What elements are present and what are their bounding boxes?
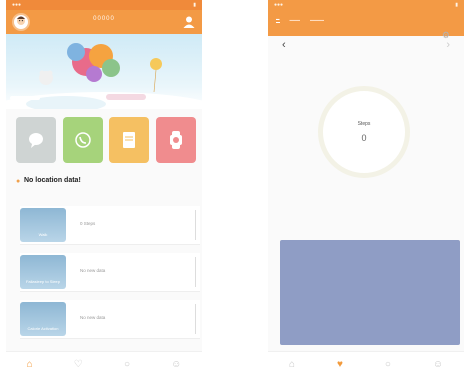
chevron-left-icon[interactable]: ‹ (282, 39, 286, 51)
nav-health[interactable]: ♥ (337, 359, 343, 370)
person-icon: ☺ (171, 358, 182, 370)
notes-button[interactable] (109, 117, 150, 163)
bottom-nav: ⌂ ♥ ○ ☺ (268, 351, 464, 376)
note-icon (123, 132, 136, 148)
heart-icon: ♥ (336, 358, 343, 370)
date-selector: ‹ › (268, 36, 464, 58)
watch-button[interactable] (155, 117, 196, 163)
calorie-thumbnail: Calorie Activation (20, 302, 66, 336)
home-banner (6, 34, 202, 109)
phone-icon (74, 132, 91, 148)
location-panel[interactable]: ● No location data! (16, 175, 196, 199)
divider (195, 257, 196, 287)
steps-ring: Steps 0 (318, 86, 410, 178)
balloon-illustration (6, 43, 202, 109)
steps-label: Steps (357, 121, 371, 127)
call-button[interactable] (62, 117, 103, 163)
calorie-card[interactable]: Calorie Activation No new data (20, 300, 200, 339)
location-pin-icon: ● (16, 178, 21, 185)
calorie-value: No new data (80, 315, 106, 320)
status-bar: ●●● ▮ (274, 2, 458, 8)
walk-card[interactable]: Walk 0 Steps (20, 206, 200, 245)
home-header: 00000 (6, 10, 202, 34)
steps-value: 0 (361, 133, 367, 143)
home-screen: ●●● ▮ 00000 ● No location data! Walk 0 S… (6, 0, 202, 376)
sleep-thumbnail: Fallasleep to Sleep (20, 255, 66, 289)
health-header: ●●● ▮ ▬ ▬▬▬ ▬▬▬▬ (268, 0, 464, 36)
home-icon: ⌂ (26, 358, 33, 370)
heart-icon: ♡ (73, 358, 83, 370)
home-icon: ⌂ (288, 358, 296, 370)
quick-actions (6, 109, 202, 167)
nav-find[interactable]: ○ (124, 359, 130, 370)
nav-health[interactable]: ♡ (74, 359, 83, 370)
person-icon: ☺ (432, 358, 444, 370)
compass-icon: ○ (384, 358, 391, 370)
status-bar: ●●● ▮ (6, 0, 202, 10)
health-screen: ●●● ▮ ▬ ▬▬▬ ▬▬▬▬ ‹ › ⚙ Steps 0 ⌂ ♥ ○ ☺ (268, 0, 464, 376)
health-tabs: ▬ ▬▬▬ ▬▬▬▬ (276, 14, 460, 26)
nav-home[interactable]: ⌂ (27, 359, 33, 370)
nav-me[interactable]: ☺ (171, 359, 181, 370)
watch-icon (169, 131, 182, 149)
sleep-value: No new data (80, 268, 106, 273)
walk-label: Walk (38, 232, 48, 237)
compass-icon: ○ (123, 358, 130, 370)
bottom-nav: ⌂ ♡ ○ ☺ (6, 351, 202, 376)
nav-home[interactable]: ⌂ (289, 359, 295, 370)
sleep-label: Fallasleep to Sleep (25, 279, 61, 284)
tab-steps[interactable]: ▬ (276, 17, 280, 23)
nav-me[interactable]: ☺ (433, 359, 443, 370)
exercise-chart (280, 240, 460, 345)
tab-sleep[interactable]: ▬▬▬ (290, 18, 301, 22)
person-icon[interactable] (182, 15, 196, 29)
location-status: No location data! (24, 177, 81, 184)
calorie-label: Calorie Activation (27, 326, 59, 331)
walk-thumbnail: Walk (20, 208, 66, 242)
walk-value: 0 Steps (80, 221, 96, 226)
tab-calories[interactable]: ▬▬▬▬ (310, 18, 324, 22)
sleep-card[interactable]: Fallasleep to Sleep No new data (20, 253, 200, 292)
divider (195, 304, 196, 334)
divider (195, 210, 196, 240)
device-name: 00000 (93, 16, 115, 22)
gear-icon[interactable]: ⚙ (442, 30, 450, 41)
chat-button[interactable] (16, 117, 56, 163)
nav-find[interactable]: ○ (385, 359, 391, 370)
chat-bubble-icon (29, 133, 43, 148)
